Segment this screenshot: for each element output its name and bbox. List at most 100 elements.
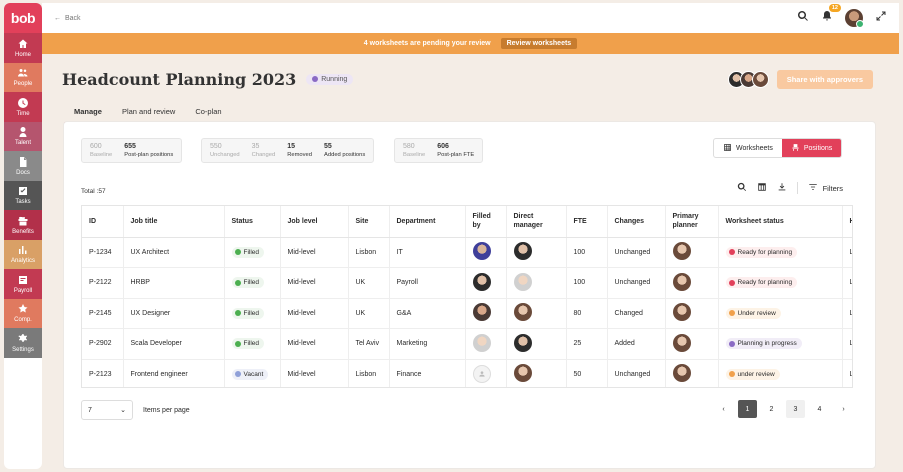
docs-icon — [17, 156, 29, 168]
stat-label: Baseline — [403, 152, 426, 158]
download-icon[interactable] — [777, 182, 787, 194]
avatar[interactable] — [672, 242, 691, 261]
cell-fte: 100 — [566, 237, 608, 268]
sidebar-item-home[interactable]: Home — [4, 33, 42, 63]
column-header[interactable]: Worksheet status — [718, 206, 843, 238]
cell-site: Lisbon — [348, 237, 390, 268]
avatar[interactable] — [672, 364, 691, 383]
table-row[interactable]: P-2123 Frontend engineer Vacant Mid-leve… — [82, 359, 852, 387]
benefits-icon — [17, 215, 29, 227]
items-per-page-value: 7 — [88, 406, 92, 414]
arrow-left-icon: ← — [54, 14, 61, 22]
prev-page-icon[interactable]: ‹ — [714, 400, 733, 418]
search-icon[interactable] — [797, 9, 809, 27]
avatar[interactable] — [513, 333, 532, 352]
column-header[interactable]: Job title — [123, 206, 225, 238]
positions-toggle[interactable]: Positions — [781, 139, 842, 157]
avatar[interactable] — [472, 333, 491, 352]
column-header[interactable]: Direct manager — [506, 206, 567, 238]
table-row[interactable]: P-2145 UX Designer Filled Mid-level UK G… — [82, 298, 852, 329]
cell-primary-planner — [665, 237, 719, 268]
worksheet-status-label: under review — [737, 370, 775, 378]
cell-extra: La — [842, 359, 852, 387]
status-dot-icon — [234, 371, 241, 378]
user-avatar[interactable] — [845, 9, 864, 28]
avatar[interactable] — [513, 242, 532, 261]
table-row[interactable]: P-1234 UX Architect Filled Mid-level Lis… — [82, 237, 852, 268]
cell-status: Filled — [224, 298, 281, 329]
sidebar-item-analytics[interactable]: Analytics — [4, 239, 42, 269]
avatar[interactable] — [472, 303, 491, 322]
cell-job-title: HRBP — [123, 267, 225, 299]
worksheet-status-badge: Planning in progress — [725, 338, 802, 350]
worksheet-status-badge: under review — [725, 368, 780, 380]
avatar[interactable] — [513, 272, 532, 291]
cell-primary-planner — [665, 267, 719, 299]
avatar[interactable] — [672, 303, 691, 322]
status-dot-icon — [728, 249, 735, 256]
sidebar-item-label: Benefits — [12, 228, 34, 235]
divider — [796, 182, 798, 194]
review-worksheets-button[interactable]: Review worksheets — [500, 38, 578, 49]
sidebar-item-docs[interactable]: Docs — [4, 151, 42, 181]
next-page-icon[interactable]: › — [834, 400, 853, 418]
column-header[interactable]: Job level — [280, 206, 349, 238]
payroll-icon — [17, 274, 29, 286]
search-icon[interactable] — [737, 182, 747, 194]
bob-logo[interactable]: bob — [4, 3, 42, 33]
sidebar-item-tasks[interactable]: Tasks — [4, 180, 42, 210]
column-header[interactable]: Status — [224, 206, 281, 238]
expand-icon[interactable] — [875, 9, 887, 27]
table-row[interactable]: P-2902 Scala Developer Filled Mid-level … — [82, 328, 852, 360]
column-header[interactable]: Department — [389, 206, 466, 238]
column-header[interactable]: ID — [82, 206, 124, 238]
sidebar-item-time[interactable]: Time — [4, 92, 42, 122]
cell-site: Lisbon — [348, 359, 390, 387]
filters-button[interactable]: Filters — [808, 182, 843, 194]
avatar[interactable] — [513, 364, 532, 383]
cell-id: P-2145 — [82, 298, 124, 329]
page-2[interactable]: 2 — [762, 400, 781, 418]
sidebar-item-settings[interactable]: Settings — [4, 328, 42, 358]
page-3[interactable]: 3 — [786, 400, 805, 418]
items-per-page-select[interactable]: 7 ⌄ — [81, 400, 133, 420]
share-with-approvers-button[interactable]: Share with approvers — [776, 69, 873, 89]
cell-job-level: Mid-level — [280, 359, 349, 387]
column-header[interactable]: Primary planner — [665, 206, 719, 238]
stat-number: 655 — [124, 143, 136, 150]
avatar[interactable] — [672, 272, 691, 291]
sidebar-item-comp[interactable]: Comp. — [4, 298, 42, 328]
worksheet-status-label: Ready for planning — [737, 279, 793, 287]
columns-icon[interactable] — [757, 182, 767, 194]
column-header[interactable]: Filled by — [465, 206, 507, 238]
column-header[interactable]: Site — [348, 206, 390, 238]
empty-avatar-icon[interactable] — [472, 365, 491, 384]
avatar[interactable] — [672, 333, 691, 352]
cell-job-level: Mid-level — [280, 267, 349, 299]
cell-fte: 100 — [566, 267, 608, 299]
cell-fte: 25 — [566, 328, 608, 360]
total-count: Total :57 — [81, 188, 106, 195]
bell-icon[interactable]: 12 — [821, 4, 841, 27]
avatar[interactable] — [472, 272, 491, 291]
avatar[interactable] — [513, 303, 532, 322]
column-header[interactable]: Changes — [607, 206, 666, 238]
cell-department: G&A — [389, 298, 466, 329]
page-4[interactable]: 4 — [810, 400, 829, 418]
column-header[interactable]: FTE — [566, 206, 608, 238]
cell-changes: Unchanged — [607, 237, 666, 268]
sidebar-item-benefits[interactable]: Benefits — [4, 210, 42, 240]
sidebar-item-talent[interactable]: Talent — [4, 121, 42, 151]
table-row[interactable]: P-2122 HRBP Filled Mid-level UK Payroll … — [82, 267, 852, 299]
sidebar-item-people[interactable]: People — [4, 62, 42, 92]
cell-changes: Unchanged — [607, 267, 666, 299]
stat-label: Baseline — [90, 152, 113, 158]
cell-fte: 50 — [566, 359, 608, 387]
worksheets-toggle[interactable]: Worksheets — [714, 139, 782, 157]
avatar[interactable] — [472, 242, 491, 261]
sidebar-item-payroll[interactable]: Payroll — [4, 269, 42, 299]
back-link[interactable]: ← Back — [54, 15, 81, 22]
cell-direct-manager — [506, 359, 567, 387]
column-header[interactable]: He — [842, 206, 852, 238]
page-1[interactable]: 1 — [738, 400, 757, 418]
